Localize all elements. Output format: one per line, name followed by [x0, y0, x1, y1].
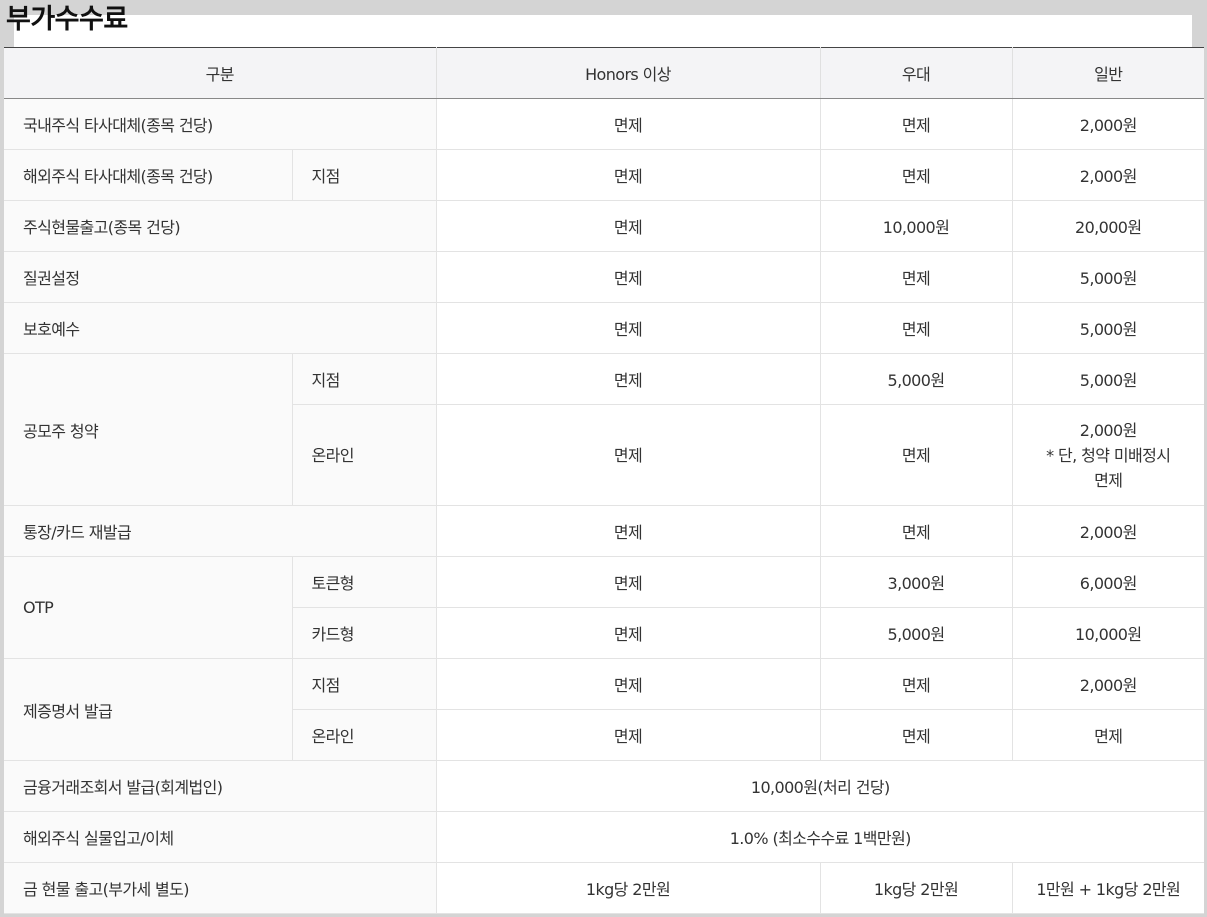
row-label: 해외주식 실물입고/이체 — [4, 811, 436, 863]
row-label: 질권설정 — [4, 251, 436, 303]
row-label: OTP — [4, 556, 292, 659]
general-cell: 2,000원 — [1011, 658, 1204, 710]
row-sublabel: 지점 — [291, 149, 436, 201]
general-cell: 20,000원 — [1011, 200, 1204, 252]
honors-cell: 면제 — [435, 505, 820, 557]
table-row: 공모주 청약 지점 면제 5,000원 5,000원 — [4, 353, 1204, 506]
preferred-cell: 면제 — [819, 98, 1012, 150]
honors-cell: 면제 — [435, 353, 820, 405]
general-cell: 1만원 + 1kg당 2만원 — [1011, 862, 1204, 914]
honors-cell: 1kg당 2만원 — [435, 862, 820, 914]
general-cell-note: * 단, 청약 미배정시 — [1046, 445, 1171, 465]
table-row: 제증명서 발급 지점 면제 면제 2,000원 — [4, 658, 1204, 761]
row-sublabel: 카드형 — [291, 607, 436, 659]
general-cell: 2,000원 * 단, 청약 미배정시 면제 — [1011, 404, 1204, 506]
honors-cell: 면제 — [435, 200, 820, 252]
general-cell: 5,000원 — [1011, 251, 1204, 303]
preferred-cell: 5,000원 — [819, 607, 1012, 659]
table-row: 금 현물 출고(부가세 별도) 1kg당 2만원 1kg당 2만원 1만원 + … — [4, 862, 1204, 914]
row-label: 제증명서 발급 — [4, 658, 292, 761]
header-row: 구분 Honors 이상 우대 일반 — [4, 47, 1204, 99]
general-cell-line: 2,000원 — [1079, 420, 1138, 440]
general-cell: 면제 — [1011, 709, 1204, 761]
preferred-cell: 면제 — [819, 302, 1012, 354]
row-sublabel: 온라인 — [291, 709, 436, 761]
merged-fee-cell: 10,000원(처리 건당) — [435, 760, 1204, 812]
row-sublabel: 지점 — [291, 353, 436, 405]
row-label: 국내주식 타사대체(종목 건당) — [4, 98, 436, 150]
row-label: 보호예수 — [4, 302, 436, 354]
honors-cell: 면제 — [435, 302, 820, 354]
row-label: 공모주 청약 — [4, 353, 292, 506]
preferred-cell: 10,000원 — [819, 200, 1012, 252]
row-label: 금 현물 출고(부가세 별도) — [4, 862, 436, 914]
preferred-cell: 3,000원 — [819, 556, 1012, 608]
row-label: 통장/카드 재발급 — [4, 505, 436, 557]
honors-cell: 면제 — [435, 607, 820, 659]
general-cell: 2,000원 — [1011, 149, 1204, 201]
honors-cell: 면제 — [435, 556, 820, 608]
table-row: 질권설정 면제 면제 5,000원 — [4, 251, 1204, 303]
page-title: 부가수수료 — [6, 4, 128, 35]
honors-cell: 면제 — [435, 98, 820, 150]
general-cell: 5,000원 — [1011, 302, 1204, 354]
table-row: OTP 토큰형 면제 3,000원 6,000원 — [4, 556, 1204, 659]
table-row: 보호예수 면제 면제 5,000원 — [4, 302, 1204, 354]
table-row: 국내주식 타사대체(종목 건당) 면제 면제 2,000원 — [4, 98, 1204, 150]
honors-cell: 면제 — [435, 709, 820, 761]
header-general: 일반 — [1011, 47, 1204, 99]
preferred-cell: 면제 — [819, 404, 1012, 506]
table-row: 주식현물출고(종목 건당) 면제 10,000원 20,000원 — [4, 200, 1204, 252]
row-label: 해외주식 타사대체(종목 건당) — [4, 149, 292, 201]
fee-table: 구분 Honors 이상 우대 일반 국내주식 타사대체(종목 건당) 면제 면… — [4, 47, 1204, 914]
merged-fee-cell: 1.0% (최소수수료 1백만원) — [435, 811, 1204, 863]
preferred-cell: 면제 — [819, 709, 1012, 761]
preferred-cell: 면제 — [819, 505, 1012, 557]
table-row: 금융거래조회서 발급(회계법인) 10,000원(처리 건당) — [4, 760, 1204, 812]
table-row: 통장/카드 재발급 면제 면제 2,000원 — [4, 505, 1204, 557]
honors-cell: 면제 — [435, 149, 820, 201]
row-label: 금융거래조회서 발급(회계법인) — [4, 760, 436, 812]
preferred-cell: 면제 — [819, 658, 1012, 710]
honors-cell: 면제 — [435, 404, 820, 506]
general-cell-line: 면제 — [1094, 470, 1123, 490]
general-cell: 5,000원 — [1011, 353, 1204, 405]
general-cell: 2,000원 — [1011, 98, 1204, 150]
general-cell: 10,000원 — [1011, 607, 1204, 659]
row-label: 주식현물출고(종목 건당) — [4, 200, 436, 252]
honors-cell: 면제 — [435, 658, 820, 710]
header-category: 구분 — [4, 47, 436, 99]
preferred-cell: 1kg당 2만원 — [819, 862, 1012, 914]
preferred-cell: 면제 — [819, 149, 1012, 201]
header-preferred: 우대 — [819, 47, 1012, 99]
general-cell: 6,000원 — [1011, 556, 1204, 608]
honors-cell: 면제 — [435, 251, 820, 303]
preferred-cell: 5,000원 — [819, 353, 1012, 405]
row-sublabel: 지점 — [291, 658, 436, 710]
row-sublabel: 온라인 — [291, 404, 436, 506]
preferred-cell: 면제 — [819, 251, 1012, 303]
header-honors: Honors 이상 — [435, 47, 820, 99]
general-cell: 2,000원 — [1011, 505, 1204, 557]
table-row: 해외주식 타사대체(종목 건당) 지점 면제 면제 2,000원 — [4, 149, 1204, 201]
table-row: 해외주식 실물입고/이체 1.0% (최소수수료 1백만원) — [4, 811, 1204, 863]
row-sublabel: 토큰형 — [291, 556, 436, 608]
